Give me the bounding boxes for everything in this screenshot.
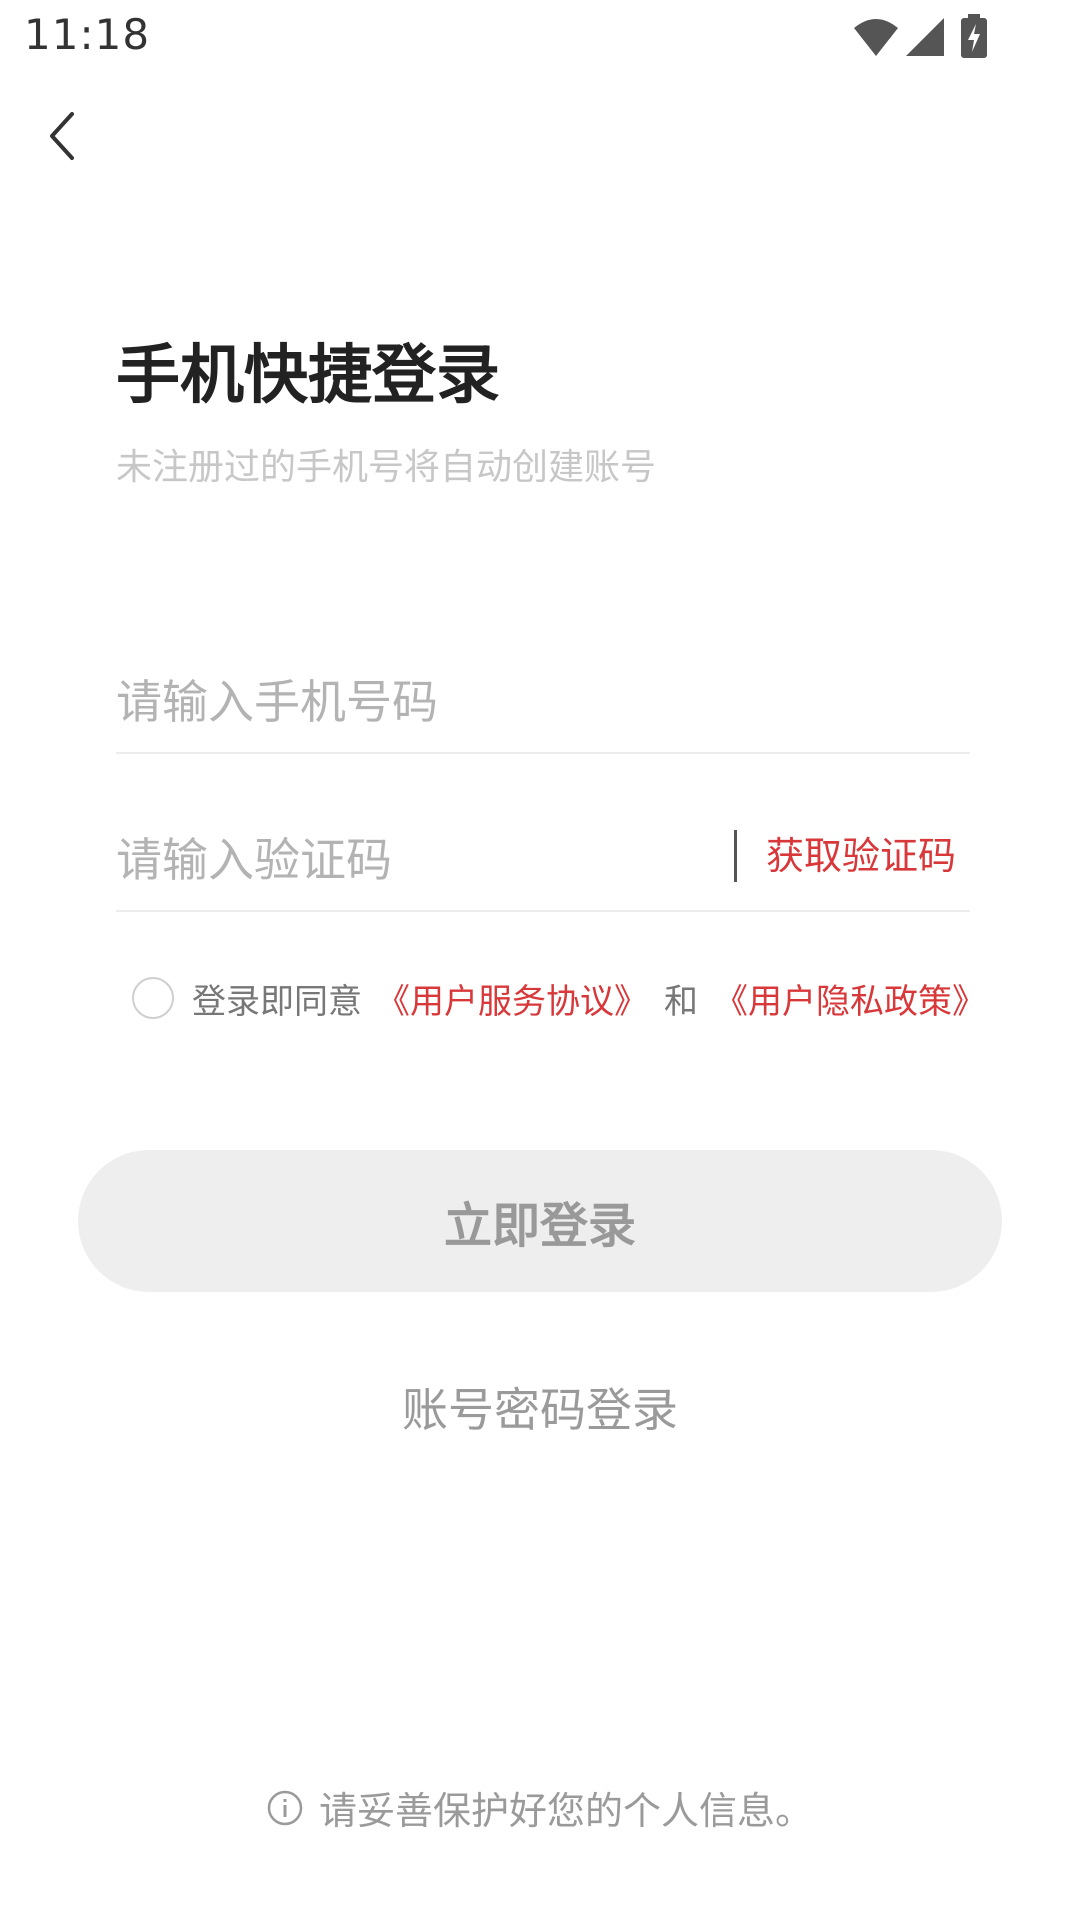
status-icons [852, 14, 1002, 58]
code-divider [734, 830, 737, 882]
back-button[interactable] [28, 100, 100, 172]
login-button[interactable]: 立即登录 [78, 1150, 1002, 1292]
status-bar: 11:18 [0, 0, 1080, 80]
chevron-left-icon [50, 112, 74, 160]
footer-tip-text: 请妥善保护好您的个人信息。 [318, 1789, 813, 1833]
page-subtitle: 未注册过的手机号将自动创建账号 [116, 447, 657, 488]
agree-checkbox[interactable] [132, 977, 174, 1019]
info-icon [267, 1790, 303, 1825]
wifi-icon [854, 19, 898, 56]
agreement-row: 登录即同意 《用户服务协议》 和 《用户隐私政策》 [132, 970, 1032, 1026]
status-time: 11:18 [24, 10, 151, 59]
code-field: 获取验证码 [116, 810, 970, 912]
cell-signal-icon [906, 18, 944, 56]
page-title: 手机快捷登录 [116, 339, 500, 413]
password-login-link[interactable]: 账号密码登录 [0, 1382, 1080, 1438]
agree-prefix: 登录即同意 [192, 981, 362, 1022]
battery-charging-icon [961, 14, 987, 58]
code-input[interactable] [116, 820, 676, 900]
privacy-link[interactable]: 《用户隐私政策》 [714, 974, 986, 1023]
get-code-button[interactable]: 获取验证码 [766, 828, 956, 884]
phone-input[interactable] [116, 662, 676, 742]
phone-field [116, 652, 970, 754]
terms-link[interactable]: 《用户服务协议》 [376, 974, 648, 1023]
agree-and: 和 [664, 981, 698, 1022]
footer-tip: 请妥善保护好您的个人信息。 [0, 1780, 1080, 1835]
